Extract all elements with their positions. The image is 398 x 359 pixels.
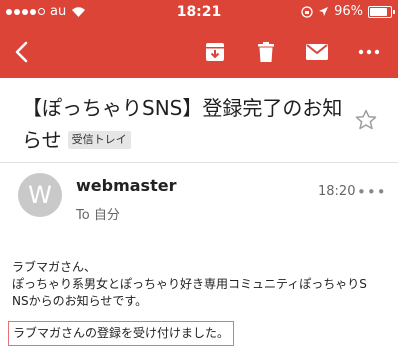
status-bar: au 18:21 96% [0, 0, 398, 26]
delete-button[interactable] [250, 36, 282, 68]
sender-avatar[interactable]: W [18, 173, 62, 217]
chevron-left-icon [15, 41, 28, 63]
battery-icon [368, 5, 395, 18]
email-toolbar [0, 26, 398, 78]
status-right: 96% [301, 4, 395, 19]
recipient-line[interactable]: To 自分 [76, 204, 120, 223]
trash-icon [258, 42, 274, 62]
mail-icon [306, 44, 328, 60]
sender-name: webmaster [76, 176, 177, 195]
email-time: 18:20 [318, 184, 356, 199]
battery-percent: 96% [334, 4, 363, 19]
location-arrow-icon [319, 7, 329, 16]
message-more-button[interactable]: ••• [357, 183, 387, 201]
inbox-label-chip[interactable]: 受信トレイ [67, 130, 131, 149]
body-line: ラブマガさん、 [12, 260, 97, 274]
more-horizontal-icon [358, 49, 380, 55]
email-subject: 【ぽっちゃりSNS】登録完了のお知らせ 受信トレイ [22, 92, 352, 156]
star-button[interactable] [354, 108, 378, 132]
body-line: ぽっちゃり系男女とぽっちゃり好き専用コミュニティぽっちゃりS [12, 277, 367, 291]
body-line: NSからのお知らせです。 [12, 294, 148, 308]
archive-icon [206, 43, 224, 61]
email-body: ラブマガさん、 ぽっちゃり系男女とぽっちゃり好き専用コミュニティぽっちゃりS N… [12, 259, 392, 310]
star-icon [355, 109, 377, 130]
back-button[interactable] [6, 36, 38, 68]
registration-confirmed-text: ラブマガさんの登録を受け付けました。 [8, 321, 235, 346]
more-button[interactable] [353, 36, 385, 68]
subject-divider [0, 162, 398, 163]
rotation-lock-icon [301, 5, 313, 18]
archive-button[interactable] [199, 36, 231, 68]
mail-button[interactable] [301, 36, 333, 68]
